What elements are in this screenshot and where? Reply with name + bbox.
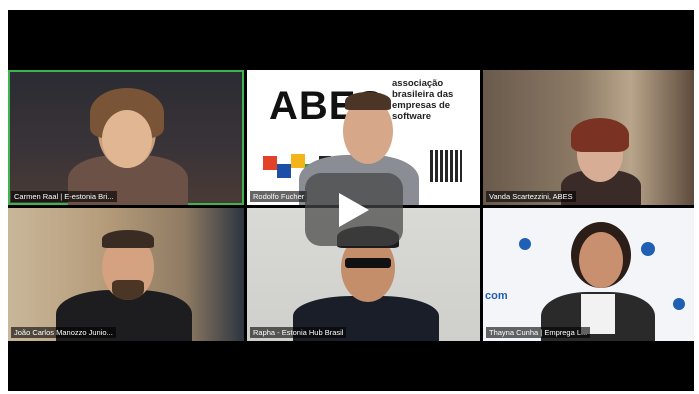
decorative-dot [519, 238, 531, 250]
participant-tile[interactable]: João Carlos Manozzo Junio... [8, 208, 244, 341]
participant-tile[interactable]: Carmen Raal | E-estonia Bri... [8, 70, 244, 205]
slide-text: com [485, 290, 508, 302]
decorative-dot [673, 298, 685, 310]
participant-name: João Carlos Manozzo Junio... [11, 327, 116, 338]
participant-tile[interactable]: com Thayna Cunha | Emprega L... [483, 208, 694, 341]
abes-tagline: associação brasileira das empresas de so… [392, 78, 454, 122]
participant-name: Rapha - Estonia Hub Brasil [250, 327, 347, 338]
participant-tile[interactable]: Vanda Scartezzini, ABES [483, 70, 694, 205]
video-player[interactable]: Carmen Raal | E-estonia Bri... ABES asso… [8, 10, 694, 391]
qr-code-icon [430, 150, 462, 182]
participant-name: Carmen Raal | E-estonia Bri... [11, 191, 117, 202]
play-button[interactable] [305, 173, 403, 246]
participant-name: Vanda Scartezzini, ABES [486, 191, 576, 202]
decorative-dot [641, 242, 655, 256]
participant-name: Thayna Cunha | Emprega L... [486, 327, 591, 338]
play-icon [339, 193, 369, 227]
participant-name: Rodolfo Fucher [250, 191, 308, 202]
